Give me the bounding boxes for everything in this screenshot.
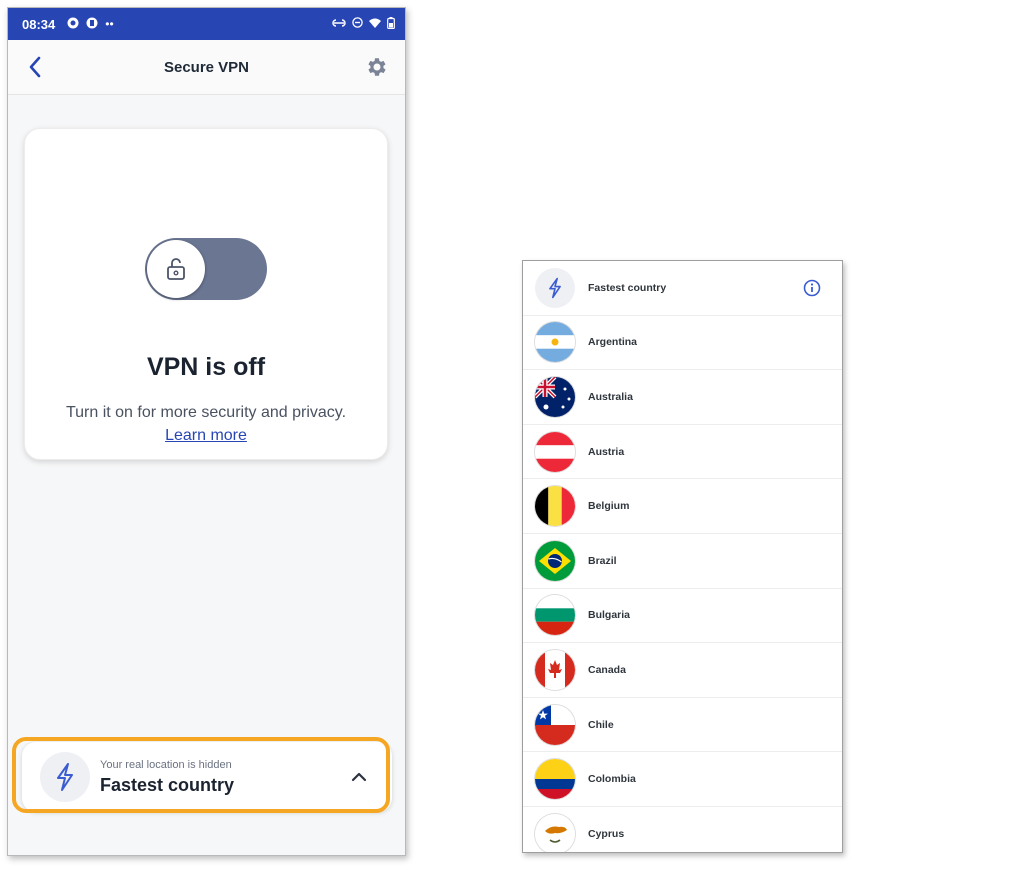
- fastest-country-badge: [535, 267, 575, 308]
- austria-flag-icon: [535, 431, 575, 472]
- country-label: Canada: [588, 663, 626, 676]
- vpn-status-description: Turn it on for more security and privacy…: [65, 401, 347, 447]
- bulgaria-flag-icon: [535, 595, 575, 636]
- app-notification-icon: [86, 17, 98, 32]
- canada-flag-icon: [535, 649, 575, 690]
- chevron-left-icon: [29, 56, 41, 78]
- vpn-status-heading: VPN is off: [146, 353, 266, 381]
- do-not-disturb-icon: [352, 16, 363, 32]
- belgium-flag-icon: [535, 486, 575, 527]
- country-row-argentina[interactable]: Argentina: [523, 316, 842, 371]
- settings-button[interactable]: [365, 55, 389, 79]
- country-row-brazil[interactable]: Brazil: [523, 534, 842, 589]
- status-right-icons: [332, 16, 395, 32]
- country-label: Bulgaria: [588, 609, 631, 622]
- country-row-chile[interactable]: Chile: [523, 698, 842, 753]
- country-label: Australia: [588, 390, 633, 403]
- learn-more-link[interactable]: Learn more: [165, 427, 247, 444]
- status-bar: 08:34 ••: [8, 8, 405, 40]
- country-row-fastest[interactable]: Fastest country: [523, 261, 842, 316]
- wifi-icon: [369, 17, 381, 32]
- country-row-colombia[interactable]: Colombia: [523, 752, 842, 807]
- country-row-austria[interactable]: Austria: [523, 425, 842, 480]
- country-label: Argentina: [588, 336, 638, 349]
- location-text: Your real location is hidden Fastest cou…: [100, 759, 234, 796]
- australia-flag-icon: [535, 376, 575, 417]
- toggle-knob: [147, 240, 205, 298]
- fastest-country-badge: [40, 752, 90, 802]
- cyprus-flag-icon: [535, 813, 575, 852]
- country-label: Fastest country: [588, 281, 667, 294]
- more-notifications-icon: ••: [105, 17, 114, 31]
- chevron-up-icon: [351, 772, 367, 782]
- vpn-status-card: VPN is off Turn it on for more security …: [24, 128, 388, 460]
- country-row-canada[interactable]: Canada: [523, 643, 842, 698]
- vpn-toggle[interactable]: [145, 238, 267, 300]
- chile-flag-icon: [535, 704, 575, 745]
- lightning-icon: [549, 277, 561, 299]
- country-label: Austria: [588, 445, 625, 458]
- argentina-flag-icon: [535, 322, 575, 363]
- location-selector[interactable]: Your real location is hidden Fastest cou…: [22, 742, 392, 812]
- notification-icon: [67, 17, 79, 32]
- colombia-flag-icon: [535, 759, 575, 800]
- info-button[interactable]: [802, 278, 822, 298]
- brazil-flag-icon: [535, 540, 575, 581]
- country-list-panel: Fastest country Argentina Australia Aust…: [522, 260, 843, 853]
- lightning-icon: [57, 763, 73, 791]
- country-row-australia[interactable]: Australia: [523, 370, 842, 425]
- screenshot-canvas: 08:34 •• Secure VPN VPN is off Turn it o…: [0, 0, 1009, 873]
- country-label: Cyprus: [588, 827, 625, 840]
- location-subtitle: Your real location is hidden: [100, 758, 232, 771]
- country-label: Colombia: [588, 773, 636, 786]
- country-row-belgium[interactable]: Belgium: [523, 479, 842, 534]
- battery-icon: [387, 16, 395, 32]
- country-label: Brazil: [588, 554, 617, 567]
- info-icon: [803, 279, 821, 297]
- expand-location-button[interactable]: [348, 766, 370, 788]
- page-title: Secure VPN: [163, 58, 250, 76]
- country-row-cyprus[interactable]: Cyprus: [523, 807, 842, 852]
- vpn-description-text: Turn it on for more security and privacy…: [65, 404, 347, 421]
- status-time: 08:34: [22, 16, 56, 32]
- phone-screen: 08:34 •• Secure VPN VPN is off Turn it o…: [7, 7, 406, 856]
- link-icon: [332, 17, 346, 32]
- back-button[interactable]: [22, 54, 48, 80]
- country-row-bulgaria[interactable]: Bulgaria: [523, 589, 842, 644]
- country-label: Belgium: [588, 500, 630, 513]
- unlocked-padlock-icon: [167, 258, 185, 280]
- app-bar: Secure VPN: [8, 40, 405, 95]
- country-label: Chile: [588, 718, 614, 731]
- selected-location: Fastest country: [100, 774, 235, 795]
- gear-icon: [368, 58, 386, 76]
